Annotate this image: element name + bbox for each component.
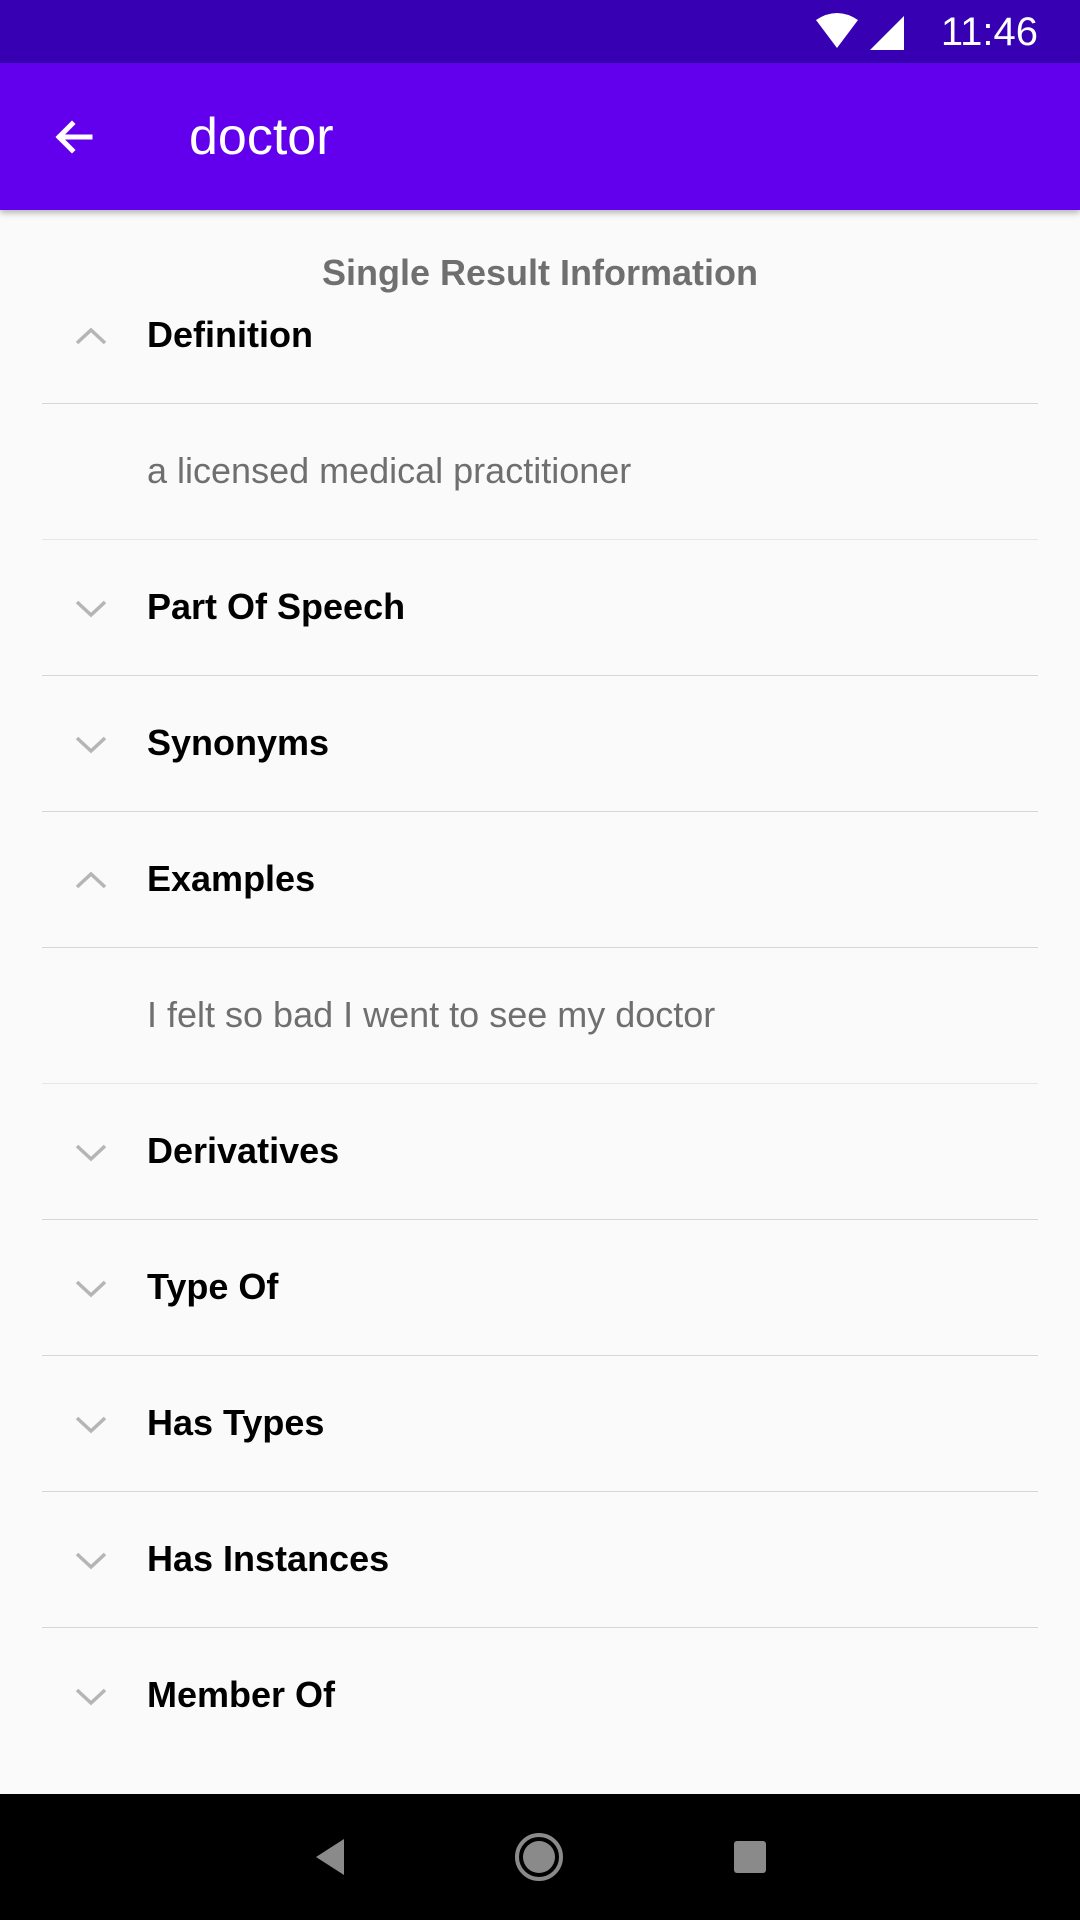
chevron-down-icon <box>75 1416 107 1433</box>
section-label: Member Of <box>147 1674 336 1715</box>
back-triangle-icon <box>316 1839 344 1875</box>
section-synonyms[interactable]: Synonyms <box>42 676 1038 812</box>
home-circle-icon <box>515 1833 563 1881</box>
chevron-down-icon <box>75 1552 107 1569</box>
chevron-up-icon <box>75 327 107 344</box>
chevron-down-icon <box>75 736 107 753</box>
recents-square-icon <box>734 1841 766 1873</box>
navigation-bar <box>0 1794 1080 1920</box>
section-label: Part Of Speech <box>147 586 406 627</box>
chevron-down-icon <box>75 600 107 617</box>
nav-home-button[interactable] <box>509 1827 569 1887</box>
chevron-down-icon <box>75 1280 107 1297</box>
definition-text: a licensed medical practitioner <box>147 450 632 491</box>
section-derivatives[interactable]: Derivatives <box>42 1084 1038 1220</box>
section-has-types[interactable]: Has Types <box>42 1356 1038 1492</box>
section-examples[interactable]: Examples <box>42 812 1038 948</box>
section-examples-value: I felt so bad I went to see my doctor <box>42 948 1038 1084</box>
back-button[interactable] <box>34 101 114 173</box>
chevron-down-icon <box>75 1688 107 1706</box>
status-time: 11:46 <box>940 10 1038 54</box>
section-label: Has Instances <box>147 1538 390 1579</box>
page-title: doctor <box>189 108 334 166</box>
section-label: Has Types <box>147 1402 325 1443</box>
section-type-of[interactable]: Type Of <box>42 1220 1038 1356</box>
section-member-of[interactable]: Member Of <box>42 1628 1038 1764</box>
example-text: I felt so bad I went to see my doctor <box>147 994 716 1035</box>
chevron-down-icon <box>75 1144 107 1161</box>
section-definition[interactable]: Definition <box>42 268 1038 404</box>
chevron-up-icon <box>75 871 107 888</box>
section-label: Type Of <box>147 1266 279 1307</box>
status-bar: 11:46 <box>0 0 1080 63</box>
app-bar: doctor <box>0 63 1080 210</box>
result-content: Single Result Information Definition a l… <box>0 210 1080 1794</box>
section-label: Derivatives <box>147 1130 340 1171</box>
section-label: Examples <box>147 858 316 899</box>
section-definition-value: a licensed medical practitioner <box>42 404 1038 540</box>
section-label: Definition <box>147 314 313 355</box>
section-has-instances[interactable]: Has Instances <box>42 1492 1038 1628</box>
section-part-of-speech[interactable]: Part Of Speech <box>42 540 1038 676</box>
status-icons <box>816 13 904 50</box>
nav-back-button[interactable] <box>300 1827 360 1887</box>
section-label: Synonyms <box>147 722 330 763</box>
nav-recents-button[interactable] <box>720 1827 780 1887</box>
arrow-back-icon <box>55 120 93 154</box>
wifi-icon <box>816 13 858 48</box>
cell-signal-icon <box>870 16 904 50</box>
